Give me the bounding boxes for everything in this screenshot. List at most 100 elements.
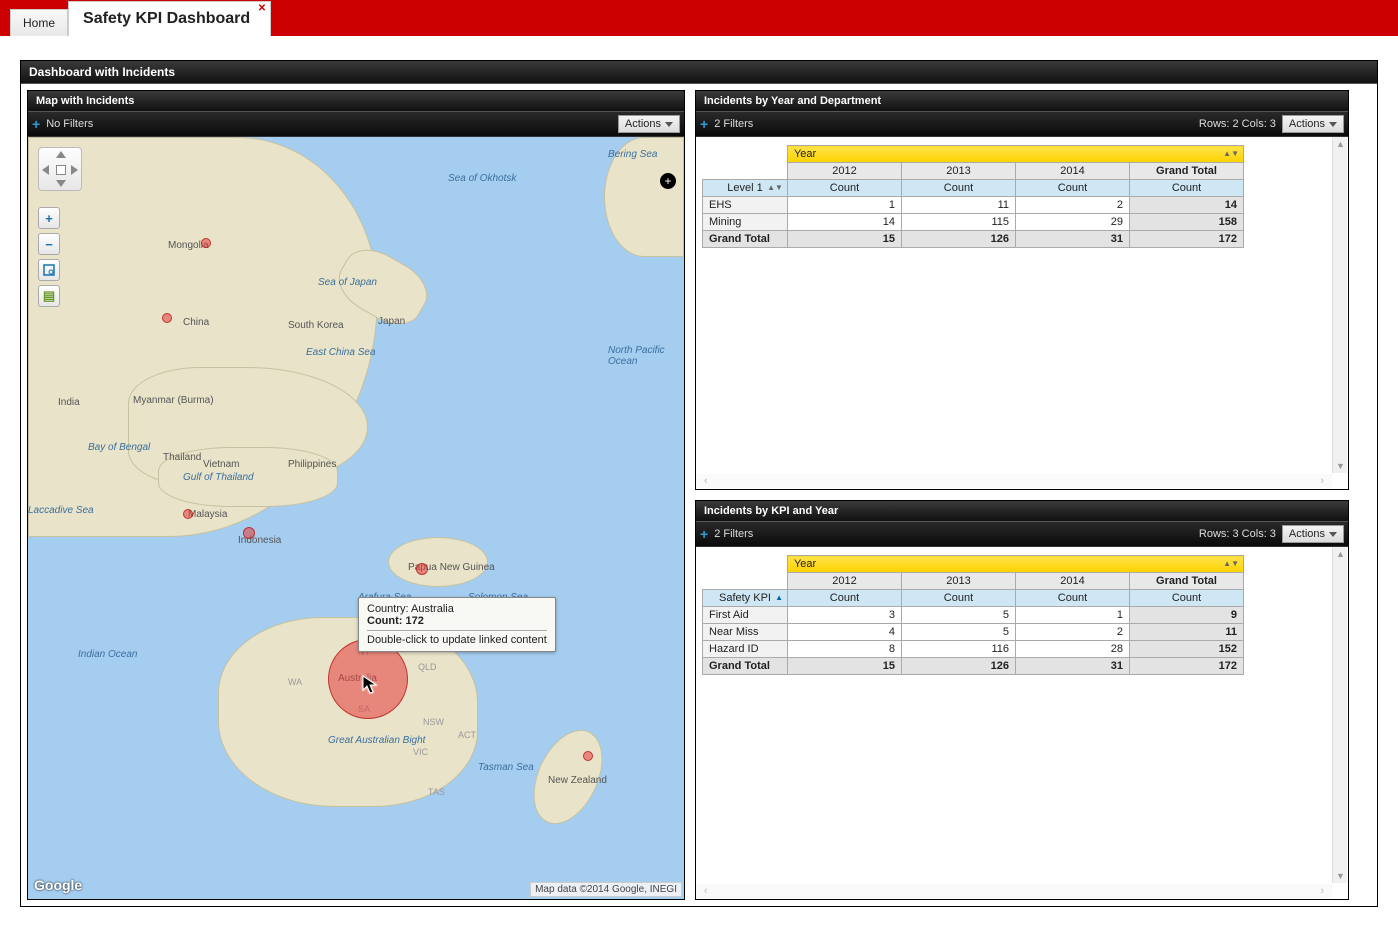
sort-icon[interactable]: ▲▼ bbox=[767, 183, 783, 192]
dept-panel-title: Incidents by Year and Department bbox=[696, 91, 1348, 112]
state-label: QLD bbox=[418, 662, 437, 672]
year-header[interactable]: Year▲▼ bbox=[787, 146, 1243, 163]
map-actions-button[interactable]: Actions bbox=[618, 115, 680, 133]
col-grand-total[interactable]: Grand Total bbox=[1129, 163, 1243, 180]
vertical-scrollbar[interactable]: ▲▼ bbox=[1332, 137, 1347, 473]
close-tab-icon[interactable]: ✕ bbox=[258, 3, 266, 14]
country-label: New Zealand bbox=[548, 775, 607, 786]
col-grand-total[interactable]: Grand Total bbox=[1129, 573, 1243, 590]
map-marker-china[interactable] bbox=[162, 313, 172, 323]
kpi-filter-label[interactable]: 2 Filters bbox=[714, 528, 753, 540]
tab-dashboard[interactable]: Safety KPI Dashboard ✕ bbox=[68, 1, 271, 36]
box-zoom-button[interactable] bbox=[38, 259, 60, 281]
zoom-out-button[interactable]: − bbox=[38, 233, 60, 255]
map-tooltip: Country: Australia Count: 172 Double-cli… bbox=[358, 597, 556, 652]
country-label: Vietnam bbox=[203, 459, 240, 470]
tab-home[interactable]: Home bbox=[10, 9, 68, 36]
country-label: Philippines bbox=[288, 459, 336, 470]
horizontal-scrollbar[interactable]: ‹› bbox=[696, 884, 1332, 898]
kpi-toolbar: + 2 Filters Rows: 3 Cols: 3 Actions bbox=[696, 522, 1348, 547]
pan-control[interactable] bbox=[38, 147, 82, 191]
horizontal-scrollbar[interactable]: ‹› bbox=[696, 474, 1332, 488]
map-marker-png[interactable] bbox=[416, 563, 428, 575]
col-2012[interactable]: 2012 bbox=[787, 573, 901, 590]
add-filter-icon[interactable]: + bbox=[700, 117, 708, 131]
state-label: TAS bbox=[428, 787, 445, 797]
kpi-pivot-table[interactable]: Year▲▼ 2012 2013 2014 Grand Total Safety… bbox=[702, 555, 1244, 675]
safety-kpi-header[interactable]: Safety KPI▲ bbox=[703, 590, 788, 607]
sort-icon[interactable]: ▲▼ bbox=[1223, 559, 1239, 568]
sea-label: Gulf of Thailand bbox=[183, 472, 254, 483]
map-controls: + − ▤ bbox=[38, 147, 82, 307]
caret-down-icon bbox=[665, 122, 673, 127]
table-row[interactable]: First Aid 3 5 1 9 bbox=[703, 607, 1244, 624]
map-marker-indonesia[interactable] bbox=[243, 527, 255, 539]
kpi-rows-cols: Rows: 3 Cols: 3 bbox=[1199, 528, 1276, 540]
dept-toolbar: + 2 Filters Rows: 2 Cols: 3 Actions bbox=[696, 112, 1348, 137]
col-2013[interactable]: 2013 bbox=[901, 163, 1015, 180]
sea-label: Great Australian Bight bbox=[328, 735, 425, 746]
table-row[interactable]: EHS 1 11 2 14 bbox=[703, 197, 1244, 214]
country-label: Myanmar (Burma) bbox=[133, 395, 214, 406]
map-canvas[interactable]: India China Mongolia Japan South Korea V… bbox=[28, 137, 684, 899]
layers-button[interactable]: ▤ bbox=[38, 285, 60, 307]
outer-panel-title: Dashboard with Incidents bbox=[21, 61, 1377, 84]
year-header[interactable]: Year▲▼ bbox=[787, 556, 1243, 573]
country-label: Malaysia bbox=[188, 509, 227, 520]
sea-label: Indian Ocean bbox=[78, 649, 138, 660]
map-marker-nz[interactable] bbox=[583, 751, 593, 761]
tooltip-country: Country: Australia bbox=[367, 603, 547, 615]
col-2014[interactable]: 2014 bbox=[1015, 573, 1129, 590]
add-filter-icon[interactable]: + bbox=[700, 527, 708, 541]
tab-dashboard-label: Safety KPI Dashboard bbox=[83, 10, 250, 27]
level1-header[interactable]: Level 1▲▼ bbox=[703, 180, 788, 197]
sea-label: East China Sea bbox=[306, 347, 376, 358]
sea-label: Sea of Japan bbox=[318, 277, 377, 288]
dept-actions-label: Actions bbox=[1289, 118, 1325, 130]
state-label: VIC bbox=[413, 747, 428, 757]
map-add-icon[interactable]: + bbox=[660, 173, 676, 189]
kpi-actions-label: Actions bbox=[1289, 528, 1325, 540]
map-actions-label: Actions bbox=[625, 118, 661, 130]
table-row[interactable]: Mining 14 115 29 158 bbox=[703, 214, 1244, 231]
country-label: Japan bbox=[378, 316, 405, 327]
col-2014[interactable]: 2014 bbox=[1015, 163, 1129, 180]
state-label: ACT bbox=[458, 730, 476, 740]
caret-down-icon bbox=[1329, 532, 1337, 537]
sea-label: Sea of Okhotsk bbox=[448, 173, 516, 184]
map-filter-label[interactable]: No Filters bbox=[46, 118, 93, 130]
country-label: China bbox=[183, 317, 209, 328]
sort-icon[interactable]: ▲▼ bbox=[1223, 149, 1239, 158]
dept-panel: Incidents by Year and Department + 2 Fil… bbox=[695, 90, 1349, 490]
state-label: NSW bbox=[423, 717, 444, 727]
dept-filter-label[interactable]: 2 Filters bbox=[714, 118, 753, 130]
kpi-body: Year▲▼ 2012 2013 2014 Grand Total Safety… bbox=[696, 547, 1348, 899]
table-row[interactable]: Near Miss 4 5 2 11 bbox=[703, 624, 1244, 641]
col-2012[interactable]: 2012 bbox=[787, 163, 901, 180]
sea-label: Bay of Bengal bbox=[88, 442, 150, 453]
sort-asc-icon[interactable]: ▲ bbox=[775, 593, 783, 602]
map-toolbar: + No Filters Actions bbox=[28, 112, 684, 137]
dept-actions-button[interactable]: Actions bbox=[1282, 115, 1344, 133]
vertical-scrollbar[interactable]: ▲▼ bbox=[1332, 547, 1347, 883]
country-label: India bbox=[58, 397, 80, 408]
dept-rows-cols: Rows: 2 Cols: 3 bbox=[1199, 118, 1276, 130]
sea-label: Bering Sea bbox=[608, 149, 657, 160]
grand-total-row: Grand Total 15 126 31 172 bbox=[703, 658, 1244, 675]
country-label: South Korea bbox=[288, 320, 344, 331]
tooltip-hint: Double-click to update linked content bbox=[367, 634, 547, 646]
dept-pivot-table[interactable]: Year▲▼ 2012 2013 2014 Grand Total Level … bbox=[702, 145, 1244, 248]
caret-down-icon bbox=[1329, 122, 1337, 127]
sea-label: Tasman Sea bbox=[478, 762, 534, 773]
zoom-in-button[interactable]: + bbox=[38, 207, 60, 229]
col-2013[interactable]: 2013 bbox=[901, 573, 1015, 590]
add-filter-icon[interactable]: + bbox=[32, 117, 40, 131]
map-marker-mongolia[interactable] bbox=[201, 238, 211, 248]
table-row[interactable]: Hazard ID 8 116 28 152 bbox=[703, 641, 1244, 658]
state-label: WA bbox=[288, 677, 302, 687]
google-logo: Google bbox=[34, 877, 82, 893]
tooltip-count: Count: 172 bbox=[367, 615, 547, 627]
kpi-actions-button[interactable]: Actions bbox=[1282, 525, 1344, 543]
map-marker-malaysia[interactable] bbox=[183, 509, 193, 519]
map-panel: Map with Incidents + No Filters Actions bbox=[27, 90, 685, 900]
